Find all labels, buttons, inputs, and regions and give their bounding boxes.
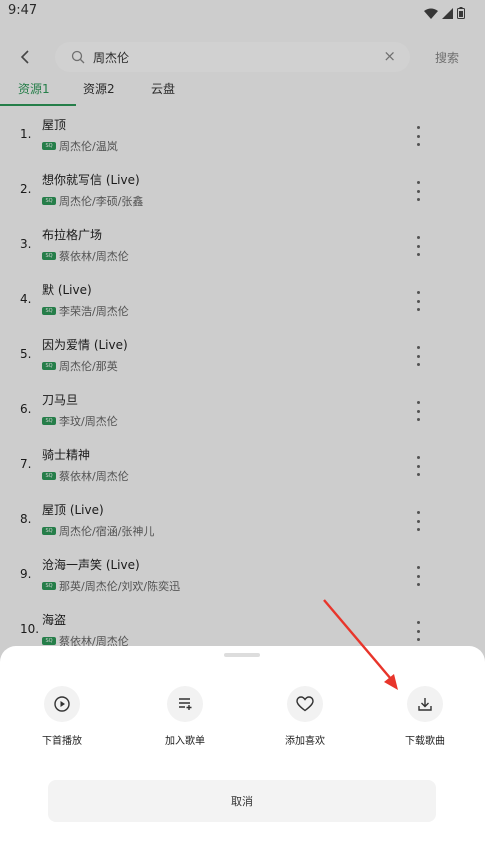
play-next-label: 下首播放 bbox=[42, 736, 82, 747]
add-favorite-label: 添加喜欢 bbox=[285, 736, 325, 747]
add-favorite-button[interactable]: 添加喜欢 bbox=[265, 686, 345, 747]
action-sheet: 下首播放 加入歌单 添加喜欢 下载歌曲 取消 bbox=[0, 646, 485, 862]
play-next-button[interactable]: 下首播放 bbox=[22, 686, 102, 747]
download-button[interactable]: 下载歌曲 bbox=[385, 686, 465, 747]
download-icon bbox=[407, 686, 443, 722]
app-screen: 9:47 周杰伦 × 搜索 资源1 资源2 云盘 1. 屋顶 SQ 周杰伦/温岚… bbox=[0, 0, 485, 862]
heart-icon bbox=[287, 686, 323, 722]
add-playlist-button[interactable]: 加入歌单 bbox=[145, 686, 225, 747]
play-next-icon bbox=[44, 686, 80, 722]
add-playlist-icon bbox=[167, 686, 203, 722]
add-playlist-label: 加入歌单 bbox=[165, 736, 205, 747]
cancel-button[interactable]: 取消 bbox=[48, 780, 436, 822]
sheet-handle[interactable] bbox=[224, 653, 260, 657]
download-label: 下载歌曲 bbox=[405, 736, 445, 747]
